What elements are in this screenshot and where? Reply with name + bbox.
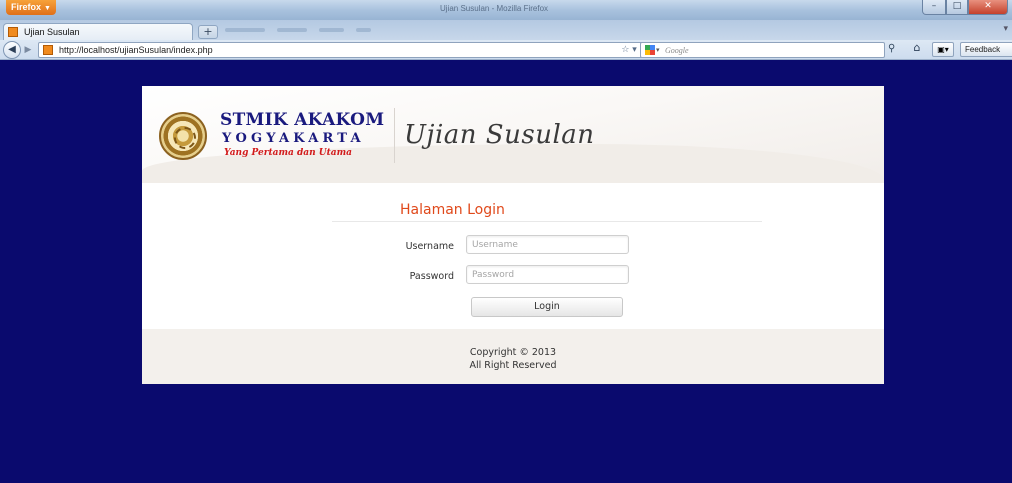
login-heading: Halaman Login: [400, 202, 505, 218]
url-text[interactable]: http://localhost/ujianSusulan/index.php: [59, 44, 213, 57]
tab-list-chevron-icon[interactable]: ▾: [1003, 24, 1008, 34]
back-button[interactable]: ◀: [3, 41, 21, 59]
logo-tagline: Yang Pertama dan Utama: [224, 148, 352, 158]
home-icon[interactable]: ⌂: [908, 41, 926, 57]
tab-label: Ujian Susulan: [24, 27, 80, 37]
history-dropdown-icon[interactable]: ▾: [632, 45, 637, 55]
login-button[interactable]: Login: [471, 297, 623, 317]
tab-ujian-susulan[interactable]: Ujian Susulan: [3, 23, 193, 41]
maximize-button[interactable]: □: [946, 0, 968, 15]
star-icon[interactable]: ☆: [621, 45, 629, 55]
logo-line-1: STMIK AKAKOM: [220, 110, 385, 130]
username-label: Username: [405, 241, 454, 252]
rights-text: All Right Reserved: [469, 360, 557, 371]
firefox-menu-label: Firefox: [11, 2, 42, 12]
site-identity-icon: [43, 45, 53, 55]
search-engine-dropdown-icon[interactable]: ▾: [656, 44, 660, 57]
search-icon[interactable]: ⚲: [888, 43, 895, 54]
minimize-button[interactable]: –: [922, 0, 946, 15]
page-viewport: STMIK AKAKOM YOGYAKARTA Yang Pertama dan…: [0, 61, 1012, 483]
navigation-toolbar: ◀ ▶ http://localhost/ujianSusulan/index.…: [0, 40, 1012, 60]
header-divider: [394, 108, 395, 163]
stmik-akakom-logo-icon: [159, 112, 207, 160]
chevron-down-icon: ▼: [44, 5, 51, 12]
forward-arrow-icon: ▶: [24, 45, 32, 55]
google-icon[interactable]: [645, 45, 655, 55]
new-tab-button[interactable]: +: [198, 25, 218, 39]
password-label: Password: [409, 271, 454, 282]
page-favicon-icon: [8, 27, 18, 37]
bookmarks-icon[interactable]: ▣▾: [932, 42, 954, 57]
copyright-text: Copyright © 2013: [469, 347, 557, 358]
site-header: STMIK AKAKOM YOGYAKARTA Yang Pertama dan…: [142, 86, 884, 183]
login-divider: [332, 221, 762, 222]
window-titlebar: Firefox ▼ Ujian Susulan - Mozilla Firefox…: [0, 0, 1012, 20]
forward-button[interactable]: ▶: [22, 44, 34, 56]
tab-bar-background: [225, 28, 371, 32]
feedback-button[interactable]: Feedback: [960, 42, 1012, 57]
app-title: Ujian Susulan: [404, 120, 595, 150]
password-input[interactable]: [466, 265, 629, 284]
close-window-button[interactable]: ✕: [968, 0, 1008, 15]
tab-bar: Ujian Susulan + ▾: [0, 20, 1012, 41]
username-input[interactable]: [466, 235, 629, 254]
login-card: STMIK AKAKOM YOGYAKARTA Yang Pertama dan…: [142, 86, 884, 384]
back-arrow-icon: ◀: [8, 44, 16, 55]
firefox-menu-button[interactable]: Firefox ▼: [6, 0, 56, 15]
search-box[interactable]: ▾ Google: [640, 42, 885, 58]
window-title: Ujian Susulan - Mozilla Firefox: [440, 4, 549, 13]
site-footer: Copyright © 2013 All Right Reserved: [142, 329, 884, 384]
logo-line-2: YOGYAKARTA: [222, 131, 365, 146]
search-placeholder[interactable]: Google: [665, 44, 689, 57]
window-controls: – □ ✕: [922, 0, 1008, 16]
